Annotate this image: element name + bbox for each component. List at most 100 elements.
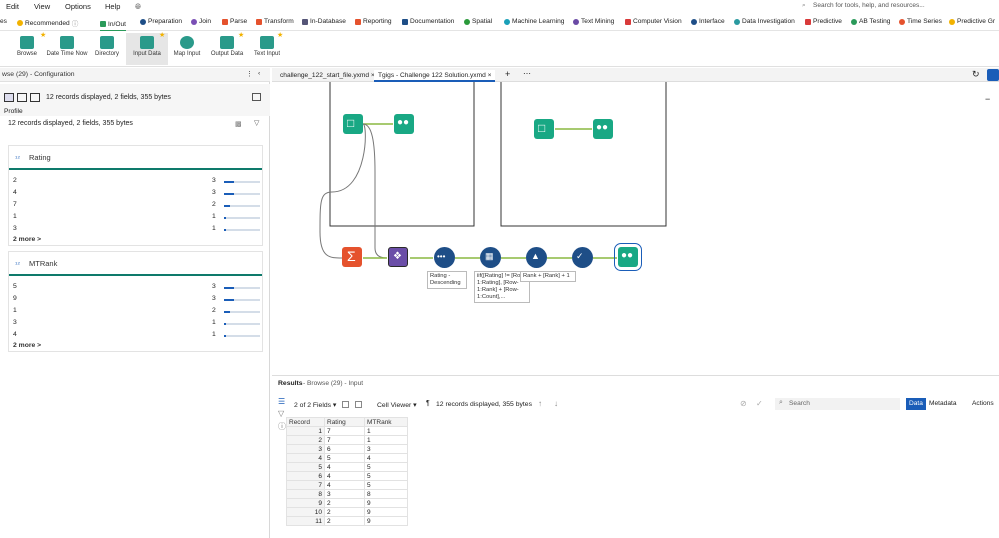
pilcrow-icon[interactable]: ¶ — [426, 400, 430, 407]
fields-selector[interactable]: 2 of 2 Fields ▾ — [294, 401, 336, 409]
column-header-mtrank[interactable]: MTRank — [364, 417, 408, 427]
tool-date-time-now[interactable]: Date Time Now — [46, 33, 88, 57]
profile-row: 72 — [13, 200, 260, 212]
column-header-rating[interactable]: Rating — [324, 417, 365, 427]
category-transform[interactable]: Transform — [256, 18, 294, 25]
browse-tool-2[interactable]: ●● — [593, 119, 613, 139]
more-options-icon[interactable]: ⋮ — [246, 70, 253, 78]
join-tool[interactable]: ❖ — [388, 247, 408, 267]
global-search[interactable]: ⌕ Search for tools, help, and resources.… — [797, 1, 997, 12]
checkmark-icon: ✓ — [576, 251, 584, 261]
browse-tool-1[interactable]: ●● — [394, 114, 414, 134]
tab-profile[interactable]: Profile — [4, 108, 23, 115]
select-all-icon[interactable] — [342, 401, 349, 408]
category-computer-vision[interactable]: Computer Vision — [625, 18, 682, 25]
search-icon: ⌕ — [802, 2, 806, 9]
select-tool[interactable]: ✓ — [572, 247, 593, 268]
category-time-series[interactable]: Time Series — [899, 18, 942, 25]
frequency-bar — [224, 181, 260, 183]
binoculars-icon: ●● — [397, 117, 410, 128]
category-ab-testing[interactable]: AB Testing — [851, 18, 890, 25]
tool-text-input[interactable]: ★ Text Input — [246, 32, 288, 57]
ab-testing-icon — [851, 18, 857, 25]
table-row: 838 — [286, 489, 408, 499]
tab-solution[interactable]: Tgigs - Challenge 122 Solution.yxmd × — [374, 70, 496, 82]
configuration-panel: wse (29) - Configuration ⋮ ‹ 12 records … — [0, 68, 270, 538]
tab-start-file[interactable]: challenge_122_start_file.yxmd × — [276, 70, 379, 82]
tool-browse[interactable]: ★ Browse — [6, 32, 48, 57]
chart-icon[interactable]: ▩ — [235, 120, 242, 128]
show-more-link[interactable]: 2 more > — [13, 236, 41, 243]
new-tab-icon[interactable]: + — [505, 69, 510, 79]
close-icon[interactable]: × — [488, 72, 492, 79]
input-data-tool-1[interactable]: □ — [343, 114, 363, 134]
check-icon[interactable]: ✓ — [756, 399, 763, 408]
menu-options[interactable]: Options — [65, 2, 91, 11]
category-join[interactable]: Join — [191, 18, 211, 25]
list-icon[interactable]: ☰ — [278, 397, 285, 406]
view-data-icon[interactable] — [30, 93, 40, 102]
metadata-button[interactable]: Metadata — [927, 398, 959, 410]
globe-icon[interactable]: 🌐︎ — [135, 2, 141, 12]
menu-edit[interactable]: Edit — [6, 2, 19, 11]
category-machine-learning[interactable]: Machine Learning — [504, 18, 564, 25]
input-data-tool-2[interactable]: □ — [534, 119, 554, 139]
connections-layer — [319, 82, 667, 259]
category-preparation[interactable]: Preparation — [140, 18, 182, 25]
browse-view-bar: 12 records displayed, 2 fields, 355 byte… — [0, 84, 270, 116]
cell-viewer-dropdown[interactable]: Cell Viewer ▾ — [377, 401, 417, 409]
filter-icon[interactable]: ▽ — [254, 119, 259, 127]
category-reporting[interactable]: Reporting — [355, 18, 392, 25]
workflow-canvas[interactable]: □ ●● □ ●● Σ ❖ ••• ▦ ▲ ✓ ●● Rating - Desc… — [272, 82, 999, 374]
category-predictive-grouping[interactable]: Predictive Gr — [949, 18, 995, 25]
multirow-annotation-2: Rank + [Rank] + 1 — [520, 271, 576, 282]
tool-input-data[interactable]: ★ Input Data — [126, 32, 168, 65]
cancel-icon[interactable]: ⊘ — [740, 399, 747, 408]
results-title: Results — [278, 380, 303, 387]
category-parse[interactable]: Parse — [222, 18, 247, 25]
results-search-input[interactable]: ⌕ Search — [775, 398, 900, 410]
arrow-down-icon[interactable]: ↓ — [554, 399, 558, 408]
help-icon[interactable]: ⓘ — [278, 421, 286, 432]
layout-dropdown-icon[interactable] — [252, 93, 261, 101]
filter-icon[interactable]: ▽ — [278, 409, 284, 418]
category-spatial[interactable]: Spatial — [464, 18, 492, 25]
run-button[interactable] — [987, 69, 999, 81]
data-button[interactable]: Data — [906, 398, 926, 410]
browse-tool-selected[interactable]: ●● — [614, 243, 642, 271]
category-in-out[interactable]: In/Out — [100, 18, 126, 32]
view-profile-icon[interactable] — [17, 93, 27, 102]
category-text-mining[interactable]: Text Mining — [573, 18, 614, 25]
tool-output-data[interactable]: ★ Output Data — [206, 32, 248, 57]
minimize-icon[interactable]: − — [985, 94, 990, 104]
category-predictive[interactable]: Predictive — [805, 18, 842, 25]
sort-tool[interactable]: ••• — [434, 247, 455, 268]
arrow-up-icon[interactable]: ↑ — [538, 399, 542, 408]
category-es[interactable]: es — [0, 18, 7, 25]
data-investigation-icon — [734, 18, 740, 25]
category-recommended[interactable]: Recommended ⓘ — [17, 18, 78, 28]
multi-row-formula-tool-2[interactable]: ▲ — [526, 247, 547, 268]
view-both-icon[interactable] — [4, 93, 14, 102]
category-documentation[interactable]: Documentation — [402, 18, 454, 25]
column-header-record[interactable]: Record — [286, 417, 325, 427]
tool-directory[interactable]: Directory — [86, 33, 128, 57]
spatial-icon — [464, 18, 470, 25]
category-data-investigation[interactable]: Data Investigation — [734, 18, 795, 25]
show-more-link[interactable]: 2 more > — [13, 342, 41, 349]
profile-row: 31 — [13, 318, 260, 330]
deselect-icon[interactable] — [355, 401, 362, 408]
category-interface[interactable]: Interface — [691, 18, 725, 25]
category-in-database[interactable]: In-Database — [302, 18, 346, 25]
favorite-star-icon: ★ — [277, 32, 284, 39]
history-icon[interactable]: ↻ — [972, 69, 980, 80]
more-tabs-icon[interactable]: ⋯ — [523, 69, 531, 78]
multi-row-formula-tool-1[interactable]: ▦ — [480, 247, 501, 268]
summarize-tool[interactable]: Σ — [342, 247, 362, 267]
menu-view[interactable]: View — [34, 2, 50, 11]
collapse-icon[interactable]: ‹ — [258, 70, 260, 77]
field-header-band — [9, 168, 262, 170]
tool-map-input[interactable]: Map Input — [166, 33, 208, 57]
actions-button[interactable]: Actions — [972, 400, 994, 407]
menu-help[interactable]: Help — [105, 2, 120, 11]
